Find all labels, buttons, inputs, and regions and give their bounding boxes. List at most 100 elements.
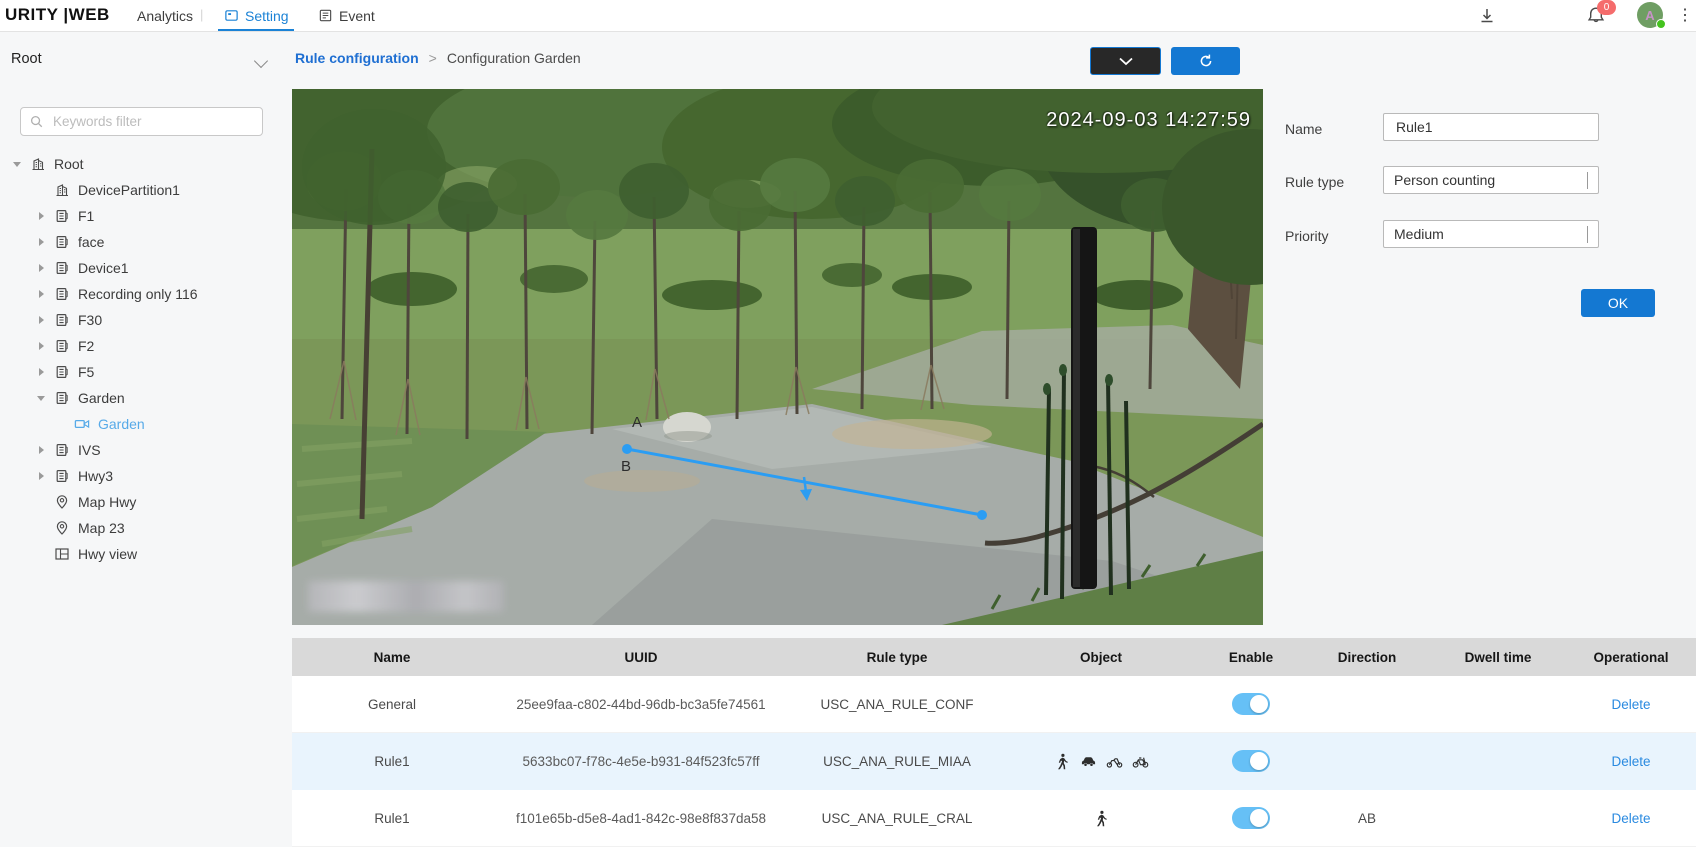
breadcrumb-rule-configuration[interactable]: Rule configuration <box>295 50 419 66</box>
expand-arrow-icon[interactable] <box>36 316 46 324</box>
col-uuid: UUID <box>492 650 790 665</box>
col-rule-type: Rule type <box>790 650 1004 665</box>
delete-link[interactable]: Delete <box>1611 697 1650 712</box>
expand-arrow-icon[interactable] <box>36 472 46 480</box>
rule-type: USC_ANA_RULE_CONF <box>790 697 1004 712</box>
line-endpoint-handle[interactable] <box>977 510 987 520</box>
bicycle-icon <box>1132 753 1149 770</box>
delete-link[interactable]: Delete <box>1611 754 1650 769</box>
col-dwell-time: Dwell time <box>1430 650 1566 665</box>
active-tab-underline <box>218 29 294 31</box>
apply-button[interactable] <box>1090 47 1161 75</box>
person-icon <box>1093 810 1110 827</box>
device-icon <box>54 286 70 302</box>
col-direction: Direction <box>1304 650 1430 665</box>
chevron-down-icon <box>1118 57 1134 66</box>
collapse-arrow-icon[interactable] <box>12 162 22 167</box>
object-icons <box>1004 810 1198 827</box>
rule-uuid: 5633bc07-f78c-4e5e-b931-84f523fc57ff <box>492 754 790 769</box>
ok-button[interactable]: OK <box>1581 289 1655 317</box>
map-pin-icon <box>54 494 70 510</box>
tree-item-hwy-view[interactable]: Hwy view <box>0 541 270 567</box>
reset-button[interactable] <box>1171 47 1240 75</box>
device-icon <box>54 338 70 354</box>
object-icons <box>1004 753 1198 770</box>
expand-arrow-icon[interactable] <box>36 342 46 350</box>
more-menu-icon[interactable]: ⋮ <box>1677 5 1693 25</box>
breadcrumb: Rule configuration > Configuration Garde… <box>295 50 581 66</box>
expand-arrow-icon[interactable] <box>36 368 46 376</box>
collapse-arrow-icon[interactable] <box>36 396 46 401</box>
line-endpoint-handle[interactable] <box>622 444 632 454</box>
tab-setting[interactable]: Setting <box>224 0 289 31</box>
tree-item-garden[interactable]: Garden <box>0 385 270 411</box>
table-row-selected[interactable]: Rule1 5633bc07-f78c-4e5e-b931-84f523fc57… <box>292 733 1696 790</box>
device-icon <box>54 208 70 224</box>
organization-icon <box>54 182 70 198</box>
search-input[interactable] <box>51 113 254 130</box>
name-label: Name <box>1285 121 1322 137</box>
table-row[interactable]: General 25ee9faa-c802-44bd-96db-bc3a5fe7… <box>292 676 1696 733</box>
enable-toggle[interactable] <box>1232 750 1270 772</box>
expand-arrow-icon[interactable] <box>36 290 46 298</box>
tree-item-hwy3[interactable]: Hwy3 <box>0 463 270 489</box>
table-row[interactable]: Rule1 f101e65b-d5e8-4ad1-842c-98e8f837da… <box>292 790 1696 847</box>
device-icon <box>54 390 70 406</box>
car-icon <box>1080 753 1097 770</box>
rule-type-select[interactable]: Person counting <box>1383 166 1599 194</box>
device-icon <box>54 234 70 250</box>
tree-item-f5[interactable]: F5 <box>0 359 270 385</box>
person-icon <box>1054 753 1071 770</box>
enable-toggle[interactable] <box>1232 693 1270 715</box>
line-label-a: A <box>632 414 642 431</box>
enable-toggle[interactable] <box>1232 807 1270 829</box>
view-layout-icon <box>54 546 70 562</box>
device-icon <box>54 442 70 458</box>
tree-item-device1[interactable]: Device1 <box>0 255 270 281</box>
org-selector-chevron-icon[interactable] <box>254 54 268 68</box>
org-selector[interactable]: Root <box>11 51 42 67</box>
line-label-b: B <box>621 458 631 475</box>
tree-item-f2[interactable]: F2 <box>0 333 270 359</box>
device-icon <box>54 260 70 276</box>
device-icon <box>54 312 70 328</box>
rules-table: Name UUID Rule type Object Enable Direct… <box>292 638 1696 847</box>
col-name: Name <box>292 650 492 665</box>
tree-item-face[interactable]: face <box>0 229 270 255</box>
tree-item-f30[interactable]: F30 <box>0 307 270 333</box>
rule-name: Rule1 <box>292 754 492 769</box>
nav-divider: | <box>200 7 203 22</box>
tree-item-map-hwy[interactable]: Map Hwy <box>0 489 270 515</box>
tree-item-recording-only-116[interactable]: Recording only 116 <box>0 281 270 307</box>
tree-item-garden-camera[interactable]: Garden <box>0 411 270 437</box>
delete-link[interactable]: Delete <box>1611 811 1650 826</box>
rule-line-overlay[interactable]: A B <box>292 89 1263 625</box>
tree-item-map-23[interactable]: Map 23 <box>0 515 270 541</box>
expand-arrow-icon[interactable] <box>36 446 46 454</box>
tree-item-f1[interactable]: F1 <box>0 203 270 229</box>
col-object: Object <box>1004 650 1198 665</box>
rule-uuid: 25ee9faa-c802-44bd-96db-bc3a5fe74561 <box>492 697 790 712</box>
tree-item-ivs[interactable]: IVS <box>0 437 270 463</box>
name-input[interactable] <box>1394 118 1588 136</box>
camera-preview[interactable]: 2024-09-03 14:27:59 A B <box>292 89 1263 625</box>
tree-item-root[interactable]: Root <box>0 151 270 177</box>
chevron-down-icon <box>1587 172 1588 188</box>
tab-event[interactable]: Event <box>318 0 375 31</box>
download-icon[interactable] <box>1477 7 1497 25</box>
motorcycle-icon <box>1106 753 1123 770</box>
expand-arrow-icon[interactable] <box>36 212 46 220</box>
event-icon <box>318 8 333 23</box>
refresh-icon <box>1198 53 1214 69</box>
rule-name: Rule1 <box>292 811 492 826</box>
rule-direction: AB <box>1304 811 1430 826</box>
tab-analytics[interactable]: Analytics <box>137 0 193 31</box>
keyword-search[interactable] <box>20 107 263 136</box>
tree-item-devicepartition1[interactable]: DevicePartition1 <box>0 177 270 203</box>
expand-arrow-icon[interactable] <box>36 238 46 246</box>
breadcrumb-current-page: Configuration Garden <box>447 50 581 66</box>
search-icon <box>29 114 44 129</box>
priority-select[interactable]: Medium <box>1383 220 1599 248</box>
expand-arrow-icon[interactable] <box>36 264 46 272</box>
rule-type: USC_ANA_RULE_CRAL <box>790 811 1004 826</box>
